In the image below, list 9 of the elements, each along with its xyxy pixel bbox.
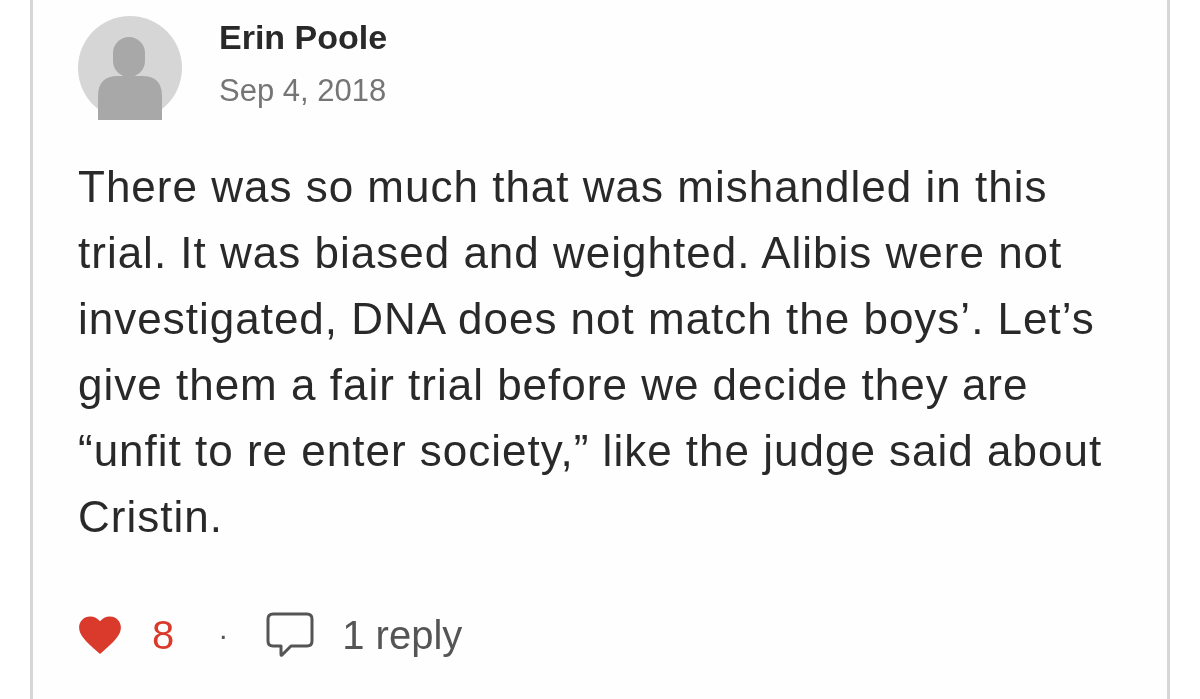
reply-count[interactable]: 1 reply (342, 613, 463, 657)
separator-dot: · (218, 617, 229, 653)
comment-text: There was so much that was mishandled in this trial. It was biased and weighted. Alibis were not investigated, DNA does not match the boys’. Let’s give them a fair trial before we decide they are “unfit to re enter society,” like the judge said about Cristin. (78, 161, 1104, 543)
author-name[interactable]: Erin Poole (219, 15, 388, 59)
like-count: 8 (152, 613, 175, 657)
heart-icon[interactable] (78, 615, 122, 655)
comment-date: Sep 4, 2018 (219, 72, 388, 110)
speech-bubble-icon[interactable] (266, 612, 315, 658)
avatar-icon (78, 16, 182, 120)
